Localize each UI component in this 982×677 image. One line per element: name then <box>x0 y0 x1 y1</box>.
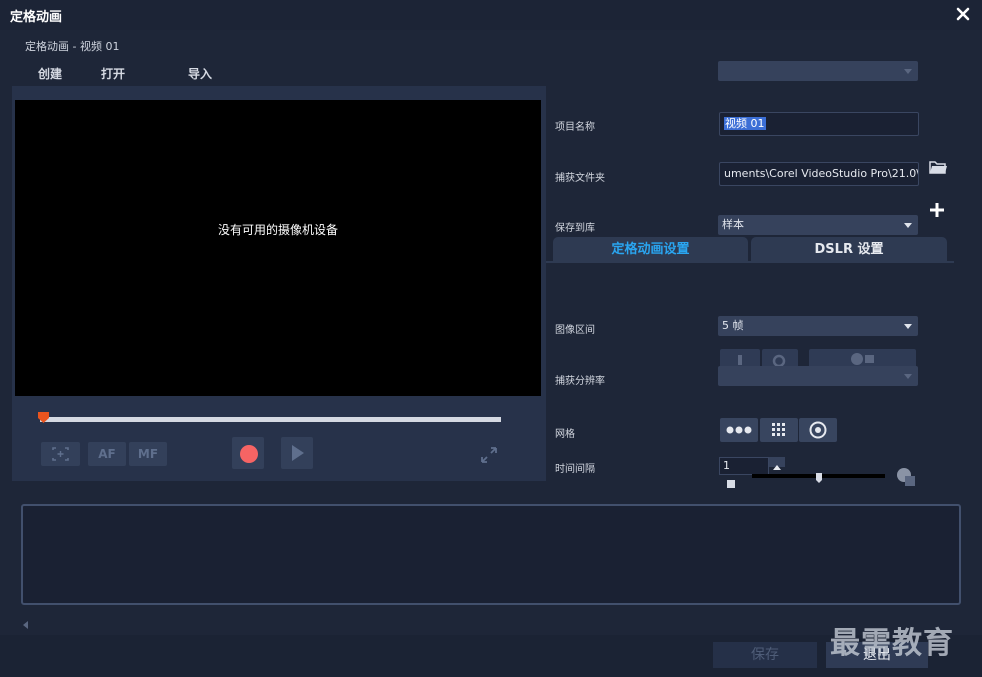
grid-option-target[interactable] <box>799 418 837 442</box>
project-subtitle: 定格动画 - 视频 01 <box>25 40 120 53</box>
capture-resolution-label: 捕获分辨率 <box>555 376 605 387</box>
timeline-scrubber[interactable] <box>40 417 501 422</box>
slider-thumb-icon <box>816 473 822 483</box>
interval-stepper-up[interactable] <box>769 457 785 470</box>
manual-focus-button[interactable]: MF <box>129 442 167 466</box>
library-dropdown[interactable]: 样本 <box>718 215 918 235</box>
title-bar <box>0 0 982 30</box>
interval-slider-thumb[interactable] <box>814 469 824 483</box>
browse-folder-button[interactable] <box>928 158 948 176</box>
chevron-down-icon <box>904 223 912 228</box>
save-button[interactable]: 保存 <box>713 642 817 668</box>
chevron-left-icon <box>23 621 28 629</box>
autofocus-button[interactable]: AF <box>88 442 126 466</box>
focus-frame-icon <box>52 447 69 461</box>
interval-max-icon <box>896 467 916 487</box>
tab-stop-motion-settings[interactable]: 定格动画设置 <box>553 237 748 262</box>
grid-option-grid[interactable] <box>760 418 798 442</box>
menu-create[interactable]: 创建 <box>38 65 62 82</box>
capture-button[interactable] <box>232 437 264 469</box>
project-name-label: 项目名称 <box>555 122 595 133</box>
playhead-icon <box>38 412 49 423</box>
focus-area-button[interactable] <box>41 442 80 466</box>
save-to-library-label: 保存到库 <box>555 223 595 234</box>
close-button[interactable] <box>954 5 972 23</box>
plus-icon <box>930 203 944 217</box>
image-duration-value: 5 帧 <box>722 319 744 332</box>
grid-option-dots[interactable] <box>720 418 758 442</box>
camera-device-dropdown[interactable] <box>718 61 918 81</box>
capture-folder-input[interactable]: uments\Corel VideoStudio Pro\21.0\ <box>719 162 919 186</box>
image-duration-dropdown[interactable]: 5 帧 <box>718 316 918 336</box>
tab-dslr-settings[interactable]: DSLR 设置 <box>751 237 947 262</box>
target-icon <box>809 421 827 439</box>
chevron-up-icon <box>773 465 781 470</box>
capture-folder-label: 捕获文件夹 <box>555 173 605 184</box>
record-icon <box>240 445 258 463</box>
close-icon <box>956 7 970 21</box>
menu-open[interactable]: 打开 <box>101 65 125 82</box>
dots-icon <box>726 426 752 434</box>
grid-icon <box>772 423 785 436</box>
chevron-down-icon <box>904 374 912 379</box>
play-icon <box>292 445 304 461</box>
grid-label: 网格 <box>555 429 575 440</box>
capture-resolution-dropdown[interactable] <box>718 366 918 386</box>
time-interval-input[interactable]: 1 <box>719 457 769 475</box>
chevron-down-icon <box>904 69 912 74</box>
watermark-logo: 最需教育 <box>830 626 954 661</box>
shapes-icon <box>897 468 915 486</box>
menu-import[interactable]: 导入 <box>188 65 212 82</box>
fullscreen-button[interactable] <box>478 444 500 466</box>
window-title: 定格动画 <box>10 10 63 25</box>
tab-divider <box>546 261 954 263</box>
interval-min-icon <box>721 474 741 488</box>
image-duration-label: 图像区间 <box>555 325 595 336</box>
add-library-button[interactable] <box>928 201 946 219</box>
library-value: 样本 <box>722 218 744 231</box>
timeline-handle[interactable] <box>37 409 50 423</box>
small-square-icon <box>727 480 735 488</box>
chevron-down-icon <box>904 324 912 329</box>
scroll-left-button[interactable] <box>22 615 30 629</box>
expand-icon <box>481 447 497 463</box>
video-preview <box>15 100 541 396</box>
play-button[interactable] <box>281 437 313 469</box>
project-name-value: 视频 01 <box>724 117 766 130</box>
folder-icon <box>929 161 947 174</box>
time-interval-label: 时间间隔 <box>555 464 595 475</box>
project-name-input[interactable]: 视频 01 <box>719 112 919 136</box>
no-camera-message: 没有可用的摄像机设备 <box>217 223 338 237</box>
message-log <box>21 504 961 605</box>
